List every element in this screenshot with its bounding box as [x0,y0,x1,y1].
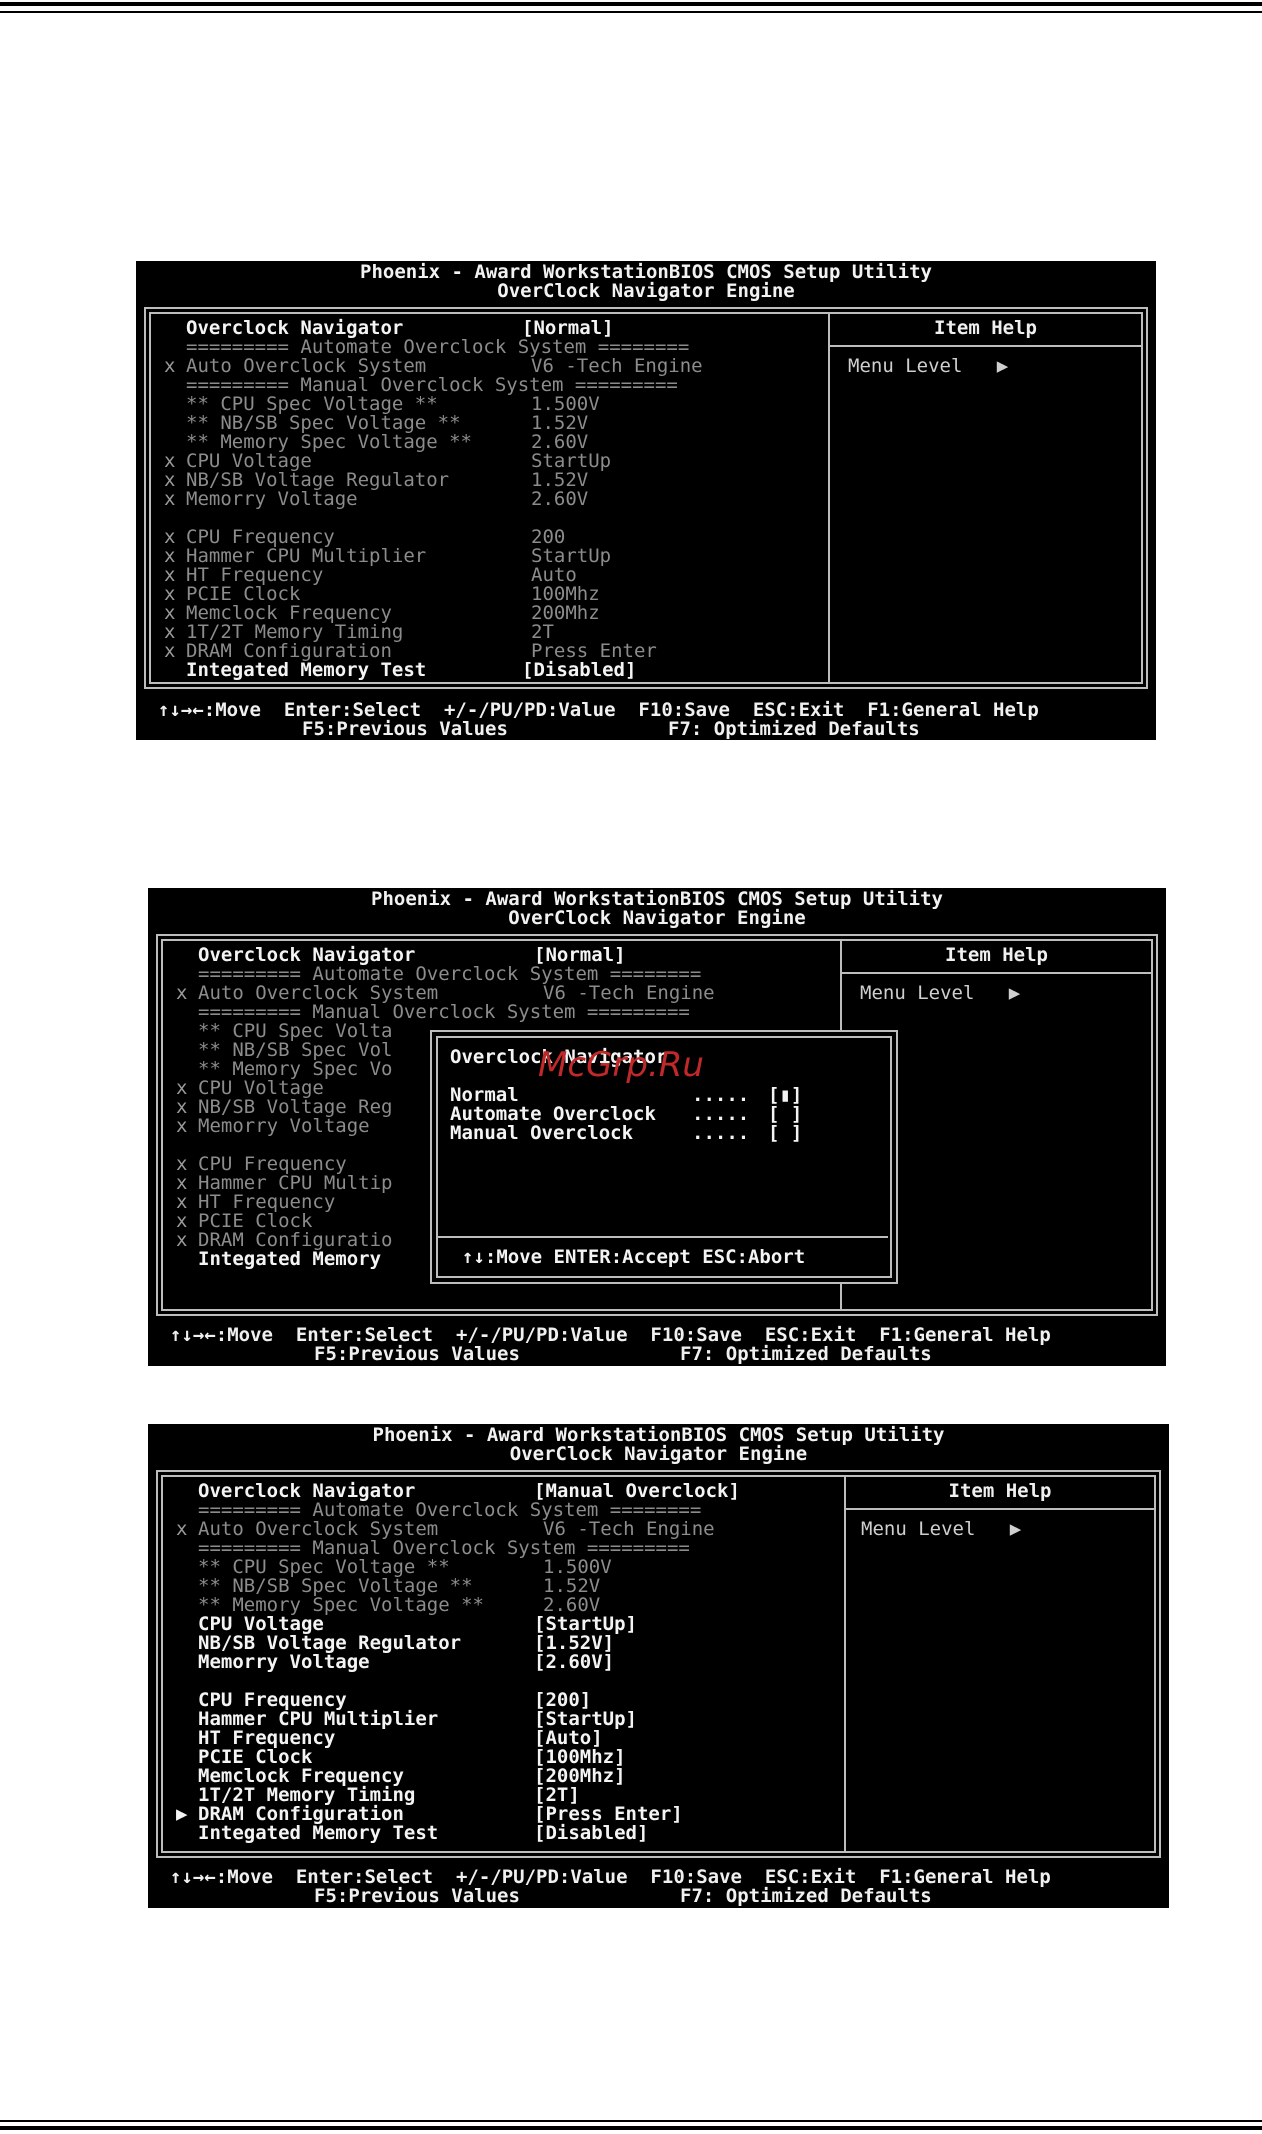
page-top-rule [0,2,1262,6]
disabled-marker: x [164,488,176,510]
popup-footer-divider [438,1236,888,1238]
settings-list: Overclock Navigator [Manual Overclock] ===… [148,1482,842,1847]
help-divider [828,312,830,682]
bios-screen-1: Phoenix - Award WorkstationBIOS CMOS Set… [136,261,1156,740]
help-title-divider [846,1508,1154,1510]
bios-screen-2: Phoenix - Award WorkstationBIOS CMOS Set… [148,888,1166,1366]
bios-subtitle: OverClock Navigator Engine [508,907,806,929]
disabled-marker: x [176,1229,188,1251]
page-bottom-rule [0,2126,1262,2130]
disabled-marker: x [176,982,188,1004]
page-bottom-rule-thin [0,2120,1262,2122]
setting-row-memorry-voltage[interactable]: Memorry Voltage [2.60V] [148,1653,842,1672]
footer-keys-2: F5:Previous Values F7: Optimized Default… [314,1343,932,1365]
setting-row-integated-memory-test[interactable]: Integated Memory Test [Disabled] [148,1824,842,1843]
submenu-pointer-icon: ▶ [176,1803,188,1825]
setting-label: Memorry Voltage [198,1115,370,1137]
item-help-title: Item Help [948,1480,1052,1502]
bios-header: Phoenix - Award WorkstationBIOS CMOS Set… [148,890,1166,928]
menu-level-text: Menu Level ▶ [860,982,1021,1004]
setting-value[interactable]: [2.60V] [534,1653,614,1672]
popup-option-dots: ..... [692,1122,750,1144]
help-title-divider [842,972,1151,974]
bios-header: Phoenix - Award WorkstationBIOS CMOS Set… [136,263,1156,301]
bios-header: Phoenix - Award WorkstationBIOS CMOS Set… [148,1426,1169,1464]
bios-subtitle: OverClock Navigator Engine [509,1443,808,1465]
item-help-title: Item Help [934,317,1037,339]
popup-footer: ↑↓:Move ENTER:Accept ESC:Abort [462,1246,806,1268]
menu-level-text: Menu Level ▶ [848,355,1009,377]
disabled-marker: x [164,355,176,377]
setting-label: Integated Memory Test [186,659,427,681]
page-top-rule-thin [0,11,1262,13]
disabled-marker: x [164,640,176,662]
popup-option-label: Manual Overclock [450,1122,634,1144]
popup-option-list: Normal..... [▮] Automate Overclock.....[ ]… [450,1086,870,1146]
setting-value[interactable]: [Disabled] [534,1824,648,1843]
settings-list: Overclock Navigator [Normal] ========= Aut… [136,319,826,684]
setting-value: 2.60V [531,488,589,510]
item-help-title: Item Help [945,944,1048,966]
footer-keys-2: F5:Previous Values F7: Optimized Default… [302,718,920,740]
setting-label: Memorry Voltage [186,488,358,510]
setting-label: Integated Memory Test [198,1822,439,1844]
help-divider [844,1475,846,1851]
popup-option-radio[interactable]: [ ] [768,1124,802,1143]
setting-value[interactable]: [Disabled] [522,661,636,680]
setting-label: Integated Memory [198,1248,382,1270]
setting-label: Memorry Voltage [198,1651,370,1673]
footer-keys-2: F5:Previous Values F7: Optimized Default… [314,1885,932,1907]
disabled-marker: x [176,1115,188,1137]
watermark-text: McGrp.Ru [538,1045,704,1085]
setting-row-integated-memory-test[interactable]: Integated Memory Test [Disabled] [136,661,826,680]
disabled-marker: x [176,1518,188,1540]
menu-level-text: Menu Level ▶ [861,1518,1022,1540]
bios-screen-3: Phoenix - Award WorkstationBIOS CMOS Set… [148,1424,1169,1908]
bios-subtitle: OverClock Navigator Engine [497,280,795,302]
popup-option-manual-overclock[interactable]: Manual Overclock..... [ ] [450,1124,870,1143]
setting-row-memorry-voltage: x Memorry Voltage 2.60V [136,490,826,509]
help-title-divider [830,345,1141,347]
